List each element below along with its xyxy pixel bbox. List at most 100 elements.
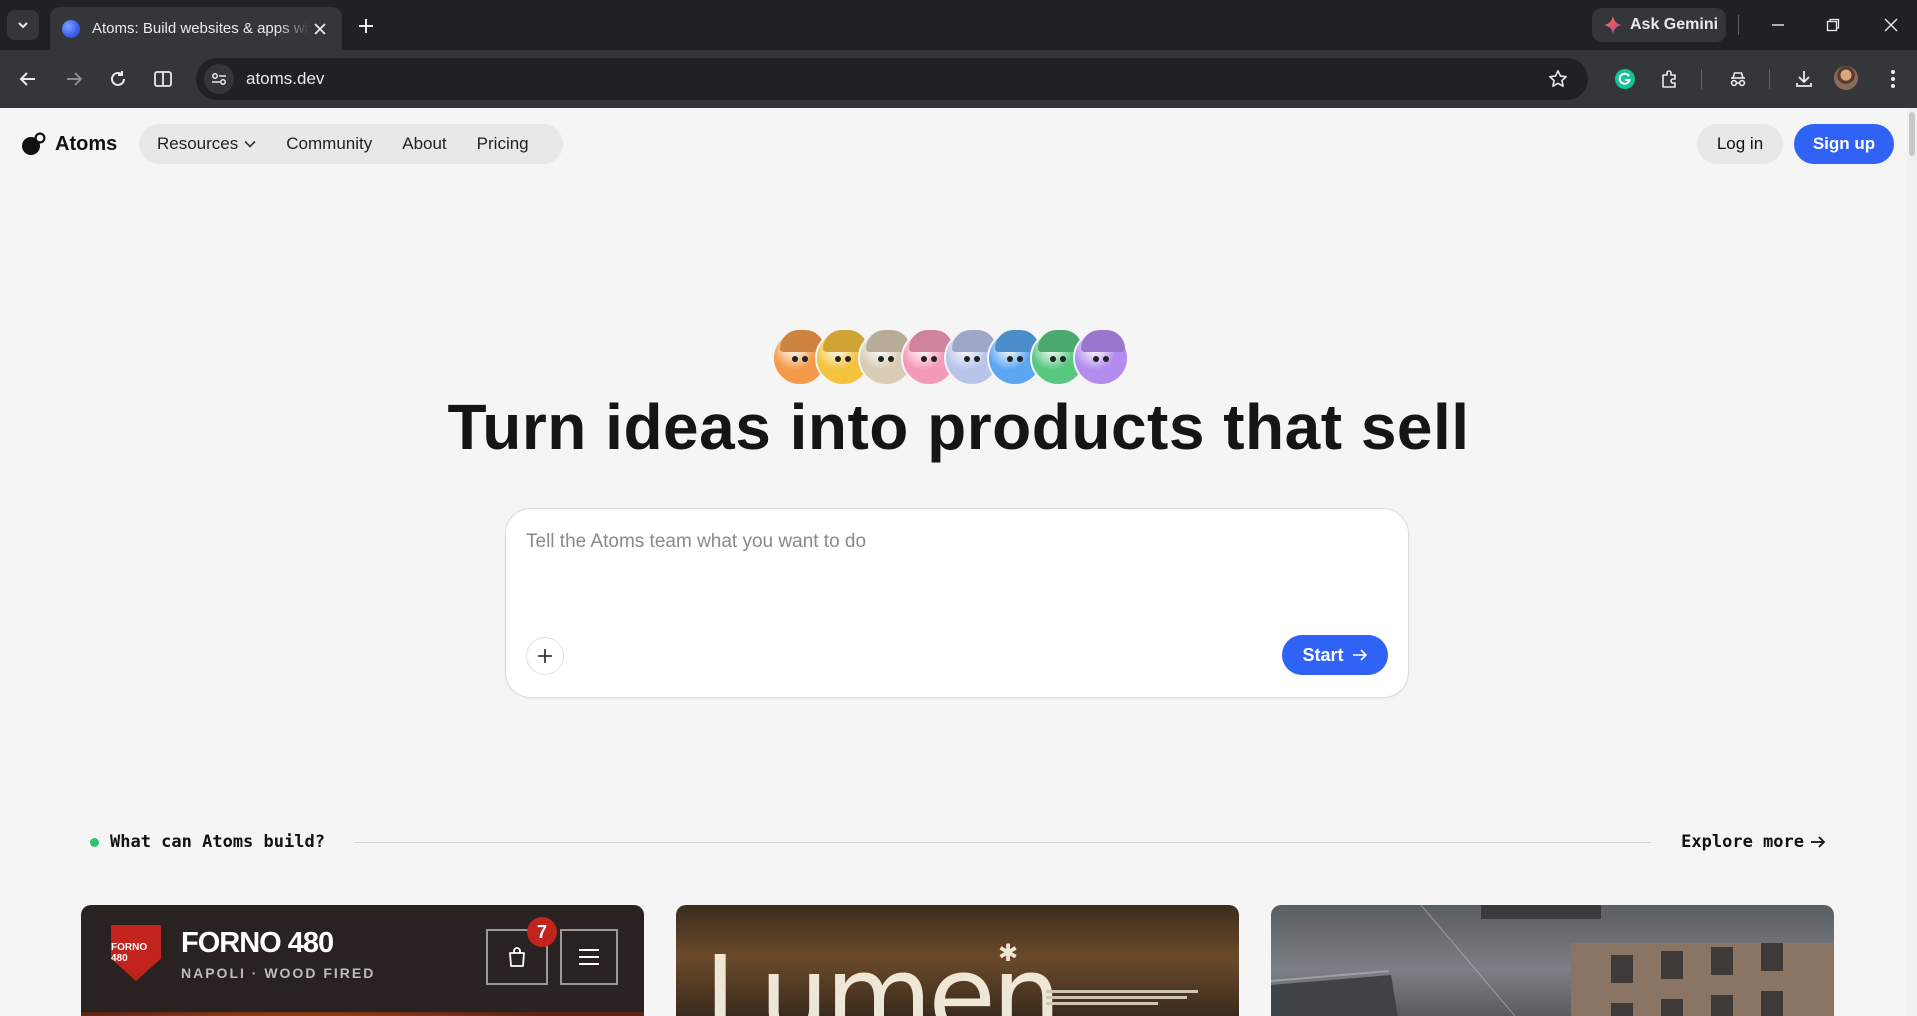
brand-name: Atoms (55, 132, 118, 155)
downloads-button[interactable] (1788, 63, 1820, 95)
hero-headline: Turn ideas into products that sell (447, 391, 1470, 463)
arrow-right-icon (1352, 649, 1367, 661)
restore-icon (1826, 18, 1840, 32)
agent-mascot-avatar (1073, 330, 1129, 386)
shopping-bag-icon (509, 947, 525, 967)
start-label: Start (1302, 644, 1344, 665)
building-image (1571, 943, 1834, 1016)
toolbar-divider (1769, 69, 1770, 89)
minimize-button[interactable] (1758, 10, 1798, 40)
nav-item-label: Community (286, 134, 373, 153)
cart-count-badge: 7 (527, 917, 557, 947)
card-tagline: NAPOLI · WOOD FIRED (181, 965, 376, 981)
window-controls-divider (1738, 15, 1739, 35)
grammarly-extension-button[interactable] (1609, 63, 1641, 95)
asterisk-icon: ✱ (998, 940, 1019, 967)
reload-icon (111, 71, 125, 86)
chevron-down-icon (244, 140, 256, 148)
forno-logo-icon: FORNO 480 (111, 925, 161, 981)
mascot-eye (792, 356, 798, 362)
browser-tab-active[interactable]: Atoms: Build websites & apps with AI (50, 7, 342, 50)
plus-icon (538, 649, 552, 663)
nav-item-community[interactable]: Community (286, 134, 372, 154)
back-button[interactable] (12, 63, 44, 95)
card-brand: FORNO 480 (181, 927, 334, 959)
prompt-box: Start (505, 508, 1409, 698)
plus-icon (359, 19, 373, 33)
more-vertical-icon (1891, 70, 1895, 88)
download-icon (1796, 71, 1812, 87)
bookmark-star-icon[interactable] (1546, 67, 1570, 91)
mascot-eye (964, 356, 970, 362)
prompt-input[interactable] (526, 531, 1386, 611)
browser-menu-button[interactable] (1877, 63, 1909, 95)
chevron-down-icon (18, 22, 28, 29)
mascot-eye (878, 356, 884, 362)
nav-item-label: About (402, 134, 447, 153)
explore-more-link[interactable]: Explore more (1681, 832, 1826, 852)
tab-search-button[interactable] (7, 10, 39, 40)
status-dot (90, 837, 99, 847)
close-tab-icon[interactable] (310, 19, 330, 39)
atoms-logo-icon (21, 131, 47, 157)
toolbar-divider (1701, 69, 1702, 89)
extensions-button[interactable] (1654, 63, 1686, 95)
split-view-button[interactable] (147, 63, 179, 95)
mascot-eye (845, 356, 851, 362)
start-button[interactable]: Start (1282, 635, 1388, 675)
profile-avatar[interactable] (1834, 66, 1858, 90)
close-window-button[interactable] (1871, 10, 1911, 40)
nav-item-about[interactable]: About (402, 134, 446, 154)
showcase-card-lumen[interactable]: Lumen ✱ (676, 905, 1239, 1016)
restore-button[interactable] (1813, 10, 1853, 40)
forno-badge-text: FORNO 480 (111, 942, 148, 964)
mascot-hat (1081, 330, 1125, 352)
section-title: What can Atoms build? (110, 832, 325, 852)
mascot-eye (974, 356, 980, 362)
minimize-icon (1772, 24, 1784, 26)
new-tab-button[interactable] (352, 12, 380, 40)
main-nav: Resources Community About Pricing (139, 124, 563, 164)
section-divider (354, 841, 1652, 843)
showcase-header: What can Atoms build? Explore more (90, 830, 1826, 854)
mascot-eye (802, 356, 808, 362)
reload-button[interactable] (102, 63, 134, 95)
split-view-icon (154, 71, 172, 87)
explore-more-label: Explore more (1681, 832, 1804, 852)
pizza-oven-image (81, 1012, 644, 1016)
mascot-eye (1093, 356, 1099, 362)
browser-tabstrip: Atoms: Build websites & apps with AI Ask… (0, 0, 1917, 50)
mascot-eye (835, 356, 841, 362)
showcase-card-city[interactable] (1271, 905, 1834, 1016)
page-scrollbar[interactable] (1907, 108, 1917, 1016)
attach-button[interactable] (526, 637, 564, 675)
incognito-button[interactable] (1722, 63, 1754, 95)
menu-button (560, 929, 618, 985)
puzzle-icon (1662, 70, 1676, 88)
mascot-eye (1050, 356, 1056, 362)
close-icon (1884, 18, 1898, 32)
address-bar[interactable]: atoms.dev (196, 58, 1588, 100)
arrow-left-icon (19, 72, 35, 86)
url-text: atoms.dev (246, 69, 325, 88)
arrow-right-icon (1811, 836, 1826, 848)
scrollbar-thumb[interactable] (1909, 112, 1915, 156)
signup-button[interactable]: Sign up (1794, 124, 1894, 164)
gemini-sparkle-icon (1604, 16, 1622, 34)
agent-mascot-row (772, 330, 1129, 386)
atoms-favicon-icon (62, 19, 80, 38)
site-info-icon[interactable] (204, 64, 234, 94)
forward-button[interactable] (58, 63, 90, 95)
card-body-text-placeholder (1046, 987, 1206, 1008)
arrow-right-icon (67, 72, 83, 86)
ask-gemini-button[interactable]: Ask Gemini (1592, 8, 1726, 42)
hamburger-menu-icon (579, 949, 599, 965)
tab-title: Atoms: Build websites & apps with AI (92, 20, 310, 37)
mascot-eye (921, 356, 927, 362)
atoms-logo[interactable]: Atoms (21, 131, 117, 157)
spy-icon (1730, 72, 1746, 87)
nav-item-resources[interactable]: Resources (157, 134, 256, 154)
showcase-card-forno[interactable]: FORNO 480 FORNO 480 NAPOLI · WOOD FIRED … (81, 905, 644, 1016)
login-button[interactable]: Log in (1697, 124, 1783, 164)
nav-item-pricing[interactable]: Pricing (477, 134, 529, 154)
